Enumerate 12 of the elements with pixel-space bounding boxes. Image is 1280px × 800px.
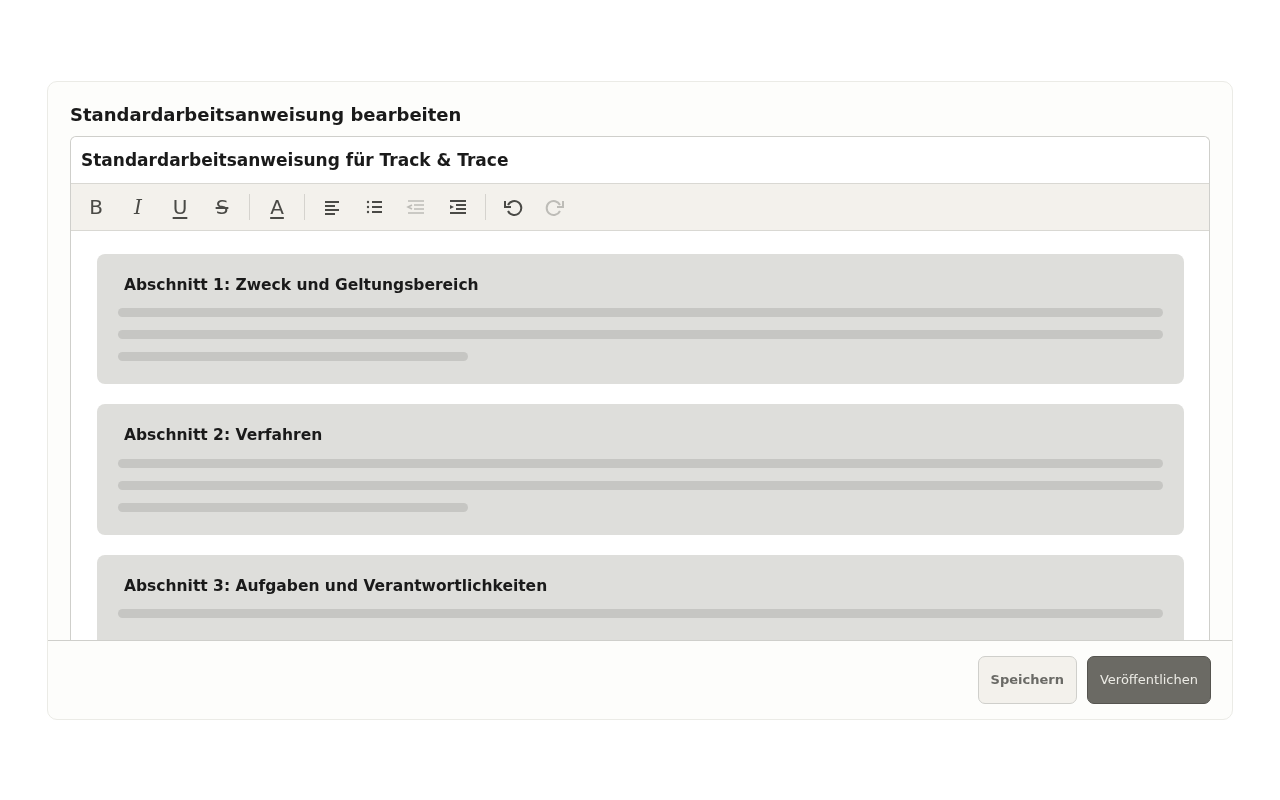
- strike-button[interactable]: S: [203, 190, 241, 223]
- color-button[interactable]: A: [258, 190, 296, 223]
- bold-button[interactable]: B: [77, 190, 115, 223]
- publish-button[interactable]: Veröffentlichen: [1086, 656, 1211, 704]
- title-field[interactable]: Standardarbeitsanweisung für Track & Trace: [71, 136, 1209, 184]
- section-heading: Abschnitt 3: Aufgaben und Verantwortlichkeiten: [124, 576, 549, 596]
- dialog-title: Standardarbeitsanweisung bearbeiten: [70, 104, 463, 126]
- underline-button[interactable]: U: [161, 190, 199, 223]
- section-heading: Abschnitt 2: Verfahren: [124, 426, 324, 445]
- section-heading: Abschnitt 1: Zweck und Geltungsbereich: [124, 275, 480, 295]
- save-button[interactable]: Speichern: [977, 656, 1077, 704]
- italic-button[interactable]: I: [119, 190, 157, 223]
